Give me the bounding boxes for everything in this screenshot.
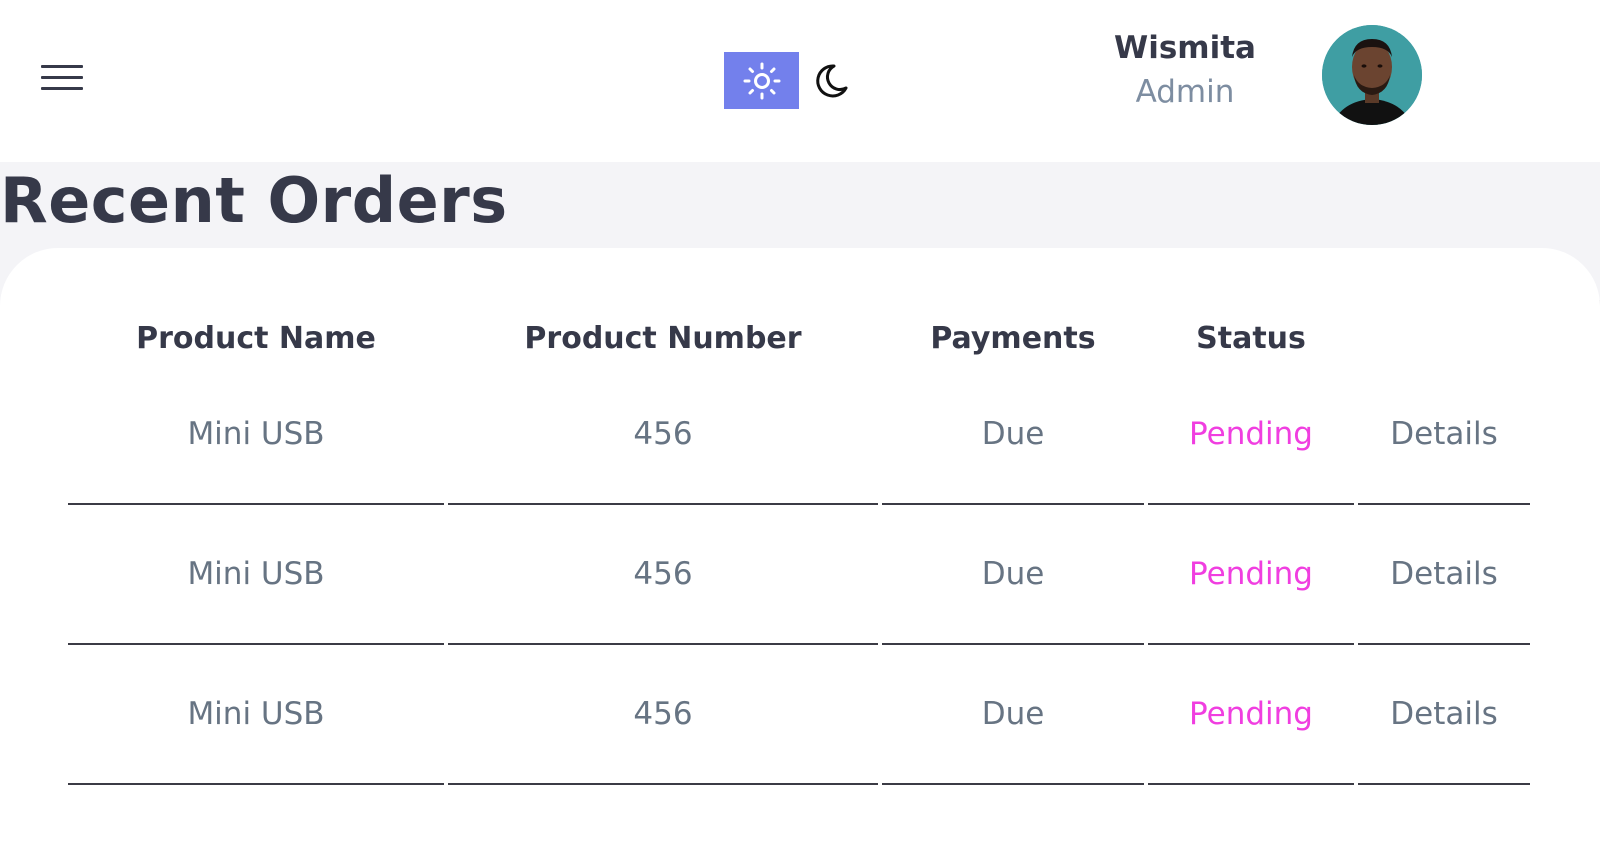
row-divider xyxy=(882,783,1144,785)
column-header-payments: Payments xyxy=(930,321,1096,356)
column-header-product-name: Product Name xyxy=(136,321,376,356)
theme-toggler[interactable] xyxy=(724,52,862,109)
status-badge: Pending xyxy=(1189,416,1313,452)
top-bar: Wismita Admin xyxy=(0,0,1600,162)
payment-cell: Due xyxy=(981,696,1045,732)
payment-cell: Due xyxy=(981,556,1045,592)
profile-role: Admin xyxy=(1135,74,1235,110)
product-name-cell: Mini USB xyxy=(187,416,325,452)
row-divider xyxy=(68,643,444,645)
product-number-cell: 456 xyxy=(633,556,693,592)
row-divider xyxy=(882,503,1144,505)
profile-name: Wismita xyxy=(1114,30,1256,66)
row-divider xyxy=(68,783,444,785)
row-divider xyxy=(68,503,444,505)
product-number-cell: 456 xyxy=(633,696,693,732)
column-header-status: Status xyxy=(1196,321,1306,356)
row-divider xyxy=(1148,783,1354,785)
user-avatar-photo[interactable] xyxy=(1322,25,1422,125)
light-mode-button[interactable] xyxy=(724,52,799,109)
product-name-cell: Mini USB xyxy=(187,696,325,732)
details-link[interactable]: Details xyxy=(1358,693,1530,735)
avatar-portrait-icon xyxy=(1322,25,1422,125)
recent-orders-table: Product Name Product Number Payments Sta… xyxy=(0,248,1600,841)
row-divider xyxy=(448,783,878,785)
details-link[interactable]: Details xyxy=(1358,553,1530,595)
dashboard-page: Wismita Admin Recent Orders Product Name… xyxy=(0,0,1600,841)
row-divider xyxy=(448,643,878,645)
details-link[interactable]: Details xyxy=(1358,413,1530,455)
row-divider xyxy=(882,643,1144,645)
payment-cell: Due xyxy=(981,416,1045,452)
hamburger-menu-icon[interactable] xyxy=(41,64,83,92)
row-divider xyxy=(1148,503,1354,505)
product-name-cell: Mini USB xyxy=(187,556,325,592)
row-divider xyxy=(1358,643,1530,645)
sun-icon xyxy=(743,62,780,99)
dark-mode-button[interactable] xyxy=(799,52,862,109)
product-number-cell: 456 xyxy=(633,416,693,452)
row-divider xyxy=(1148,643,1354,645)
status-badge: Pending xyxy=(1189,696,1313,732)
row-divider xyxy=(1358,783,1530,785)
row-divider xyxy=(1358,503,1530,505)
column-header-product-number: Product Number xyxy=(524,321,802,356)
profile-info: Wismita Admin xyxy=(1080,28,1290,116)
moon-icon xyxy=(815,63,847,97)
status-badge: Pending xyxy=(1189,556,1313,592)
row-divider xyxy=(448,503,878,505)
page-title: Recent Orders xyxy=(0,164,508,237)
